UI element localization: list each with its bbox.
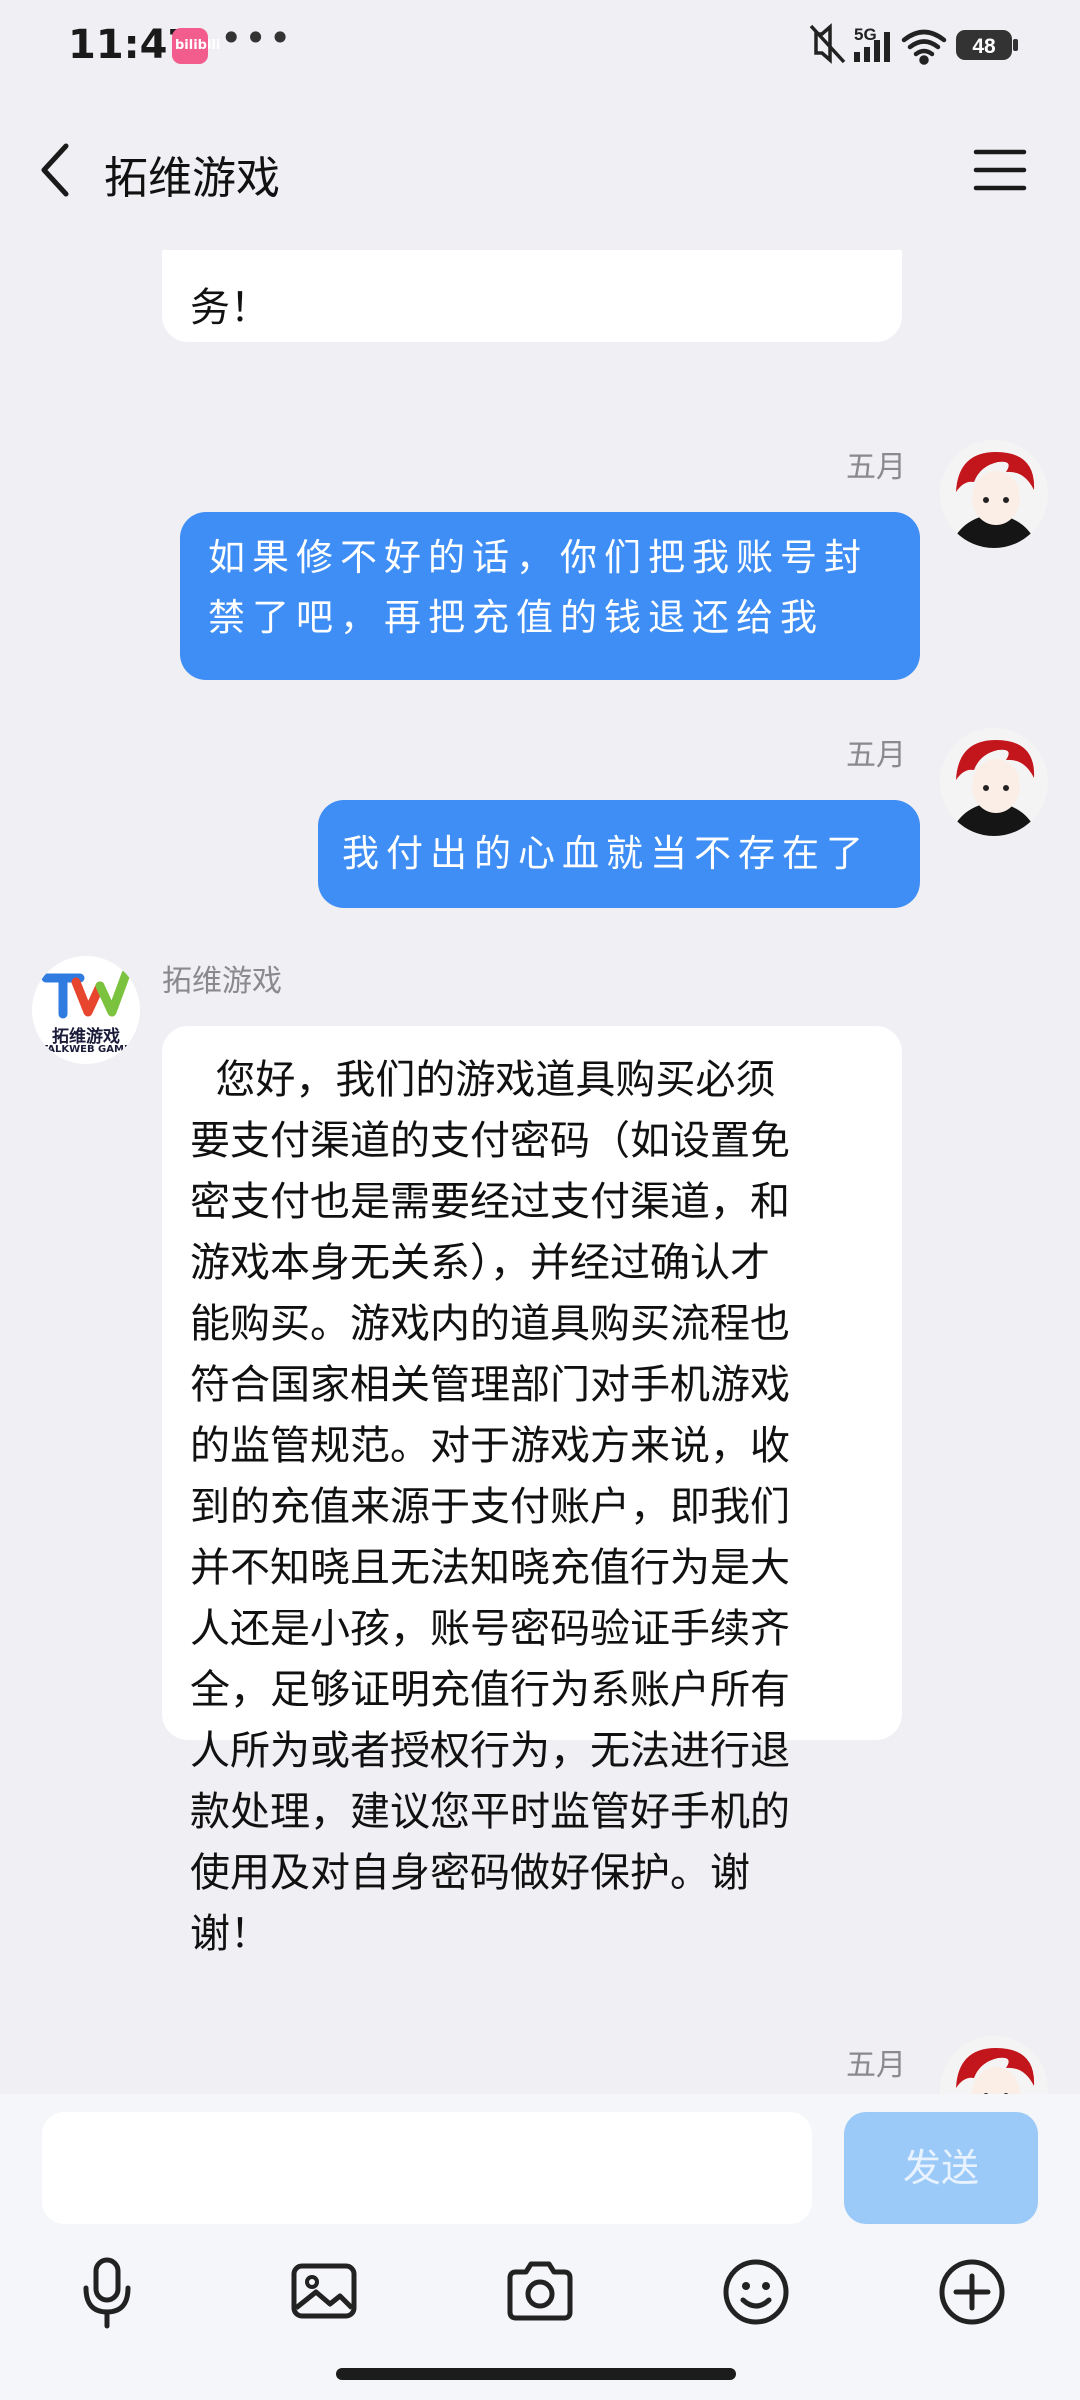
message-text-line: 密支付也是需要经过支付渠道，和	[190, 1179, 790, 1225]
incoming-message-bubble[interactable]: 您好，我们的游戏道具购买必须 要支付渠道的支付密码（如设置免 密支付也是需要经过…	[162, 1026, 902, 1957]
message-text-line: 人还是小孩，账号密码验证手续齐	[190, 1606, 790, 1652]
anime-avatar-icon	[940, 440, 1048, 548]
menu-button[interactable]	[972, 142, 1028, 198]
message-text-line: 您好，我们的游戏道具购买必须	[190, 1057, 776, 1103]
camera-icon	[507, 2261, 573, 2321]
mic-icon	[83, 2257, 131, 2329]
message-text-line: 人所为或者授权行为，无法进行退	[190, 1728, 790, 1774]
chat-header: 拓维游戏	[0, 90, 1080, 250]
message-text-line: 禁了吧，再把充值的钱退还给我	[208, 596, 824, 639]
message-text-line: 并不知晓且无法知晓充值行为是大	[190, 1545, 790, 1591]
battery-level: 48	[972, 35, 996, 58]
incoming-message-bubble[interactable]: 务！	[162, 250, 902, 342]
plus-icon	[939, 2259, 1005, 2325]
image-button[interactable]	[284, 2252, 364, 2332]
user-avatar[interactable]	[940, 440, 1048, 548]
message-time: 五月	[846, 450, 906, 485]
outgoing-message-bubble[interactable]: 如果修不好的话，你们把我账号封 禁了吧，再把充值的钱退还给我	[180, 512, 920, 680]
sender-avatar[interactable]: 拓维游戏 TALKWEB GAME	[32, 956, 140, 1064]
bilibili-app-icon: bilibili	[172, 28, 220, 64]
network-type-label: 5G	[854, 25, 877, 44]
chat-title: 拓维游戏	[104, 153, 280, 204]
message-text-line: 使用及对自身密码做好保护。谢	[190, 1850, 750, 1896]
home-indicator[interactable]	[336, 2368, 736, 2380]
menu-icon	[973, 149, 1027, 191]
status-bar: 11:47 bilibili ••• 5G 48	[0, 0, 1080, 90]
message-text-line: 款处理，建议您平时监管好手机的	[190, 1789, 790, 1835]
message-text-line: 全，足够证明充值行为系账户所有	[190, 1667, 790, 1713]
message-text-line: 到的充值来源于支付账户，即我们	[190, 1484, 790, 1530]
more-button[interactable]	[932, 2252, 1012, 2332]
message-text-line: 谢！	[190, 1911, 270, 1957]
input-bar: 发送	[0, 2094, 1080, 2400]
battery-icon: 48	[956, 30, 1018, 60]
emoji-icon	[723, 2259, 789, 2325]
message-time: 五月	[846, 2048, 906, 2083]
status-icons: 5G 48	[808, 22, 1044, 66]
anime-avatar-icon	[940, 728, 1048, 836]
message-time: 五月	[846, 738, 906, 773]
image-icon	[291, 2263, 357, 2319]
message-text-line: 的监管规范。对于游戏方来说，收	[190, 1423, 790, 1469]
talkweb-logo-icon	[41, 969, 131, 1019]
bilibili-app-label: bilibili	[175, 38, 221, 53]
emoji-button[interactable]	[716, 2252, 796, 2332]
back-icon	[41, 143, 69, 197]
send-button[interactable]: 发送	[844, 2112, 1038, 2224]
message-text-line: 要支付渠道的支付密码（如设置免	[190, 1118, 790, 1164]
user-avatar[interactable]	[940, 728, 1048, 836]
message-text-line: 游戏本身无关系），并经过确认才	[190, 1240, 770, 1286]
back-button[interactable]	[30, 140, 90, 200]
message-text: 务！	[190, 285, 270, 331]
wifi-icon	[901, 29, 947, 65]
camera-button[interactable]	[500, 2252, 580, 2332]
message-input[interactable]	[42, 2112, 812, 2224]
message-text-line: 我付出的心血就当不存在了	[342, 832, 870, 875]
outgoing-message-bubble[interactable]: 我付出的心血就当不存在了	[318, 800, 920, 908]
user-avatar[interactable]	[940, 2036, 1048, 2094]
mute-vibrate-icon	[809, 23, 846, 64]
logo-subtext: TALKWEB GAME	[41, 1044, 131, 1055]
message-text-line: 符合国家相关管理部门对手机游戏	[190, 1362, 790, 1408]
notification-more-icon: •••	[220, 16, 294, 60]
message-list[interactable]: 务！ 五月 如果修不好的话，你们把我账号封 禁了吧，再把充值的钱退还给我 五月 …	[0, 250, 1080, 2094]
voice-button[interactable]	[68, 2252, 148, 2332]
sender-name: 拓维游戏	[162, 964, 282, 999]
message-text-line: 如果修不好的话，你们把我账号封	[208, 536, 868, 579]
message-text-line: 能购买。游戏内的道具购买流程也	[190, 1301, 790, 1347]
anime-avatar-icon	[940, 2036, 1048, 2094]
